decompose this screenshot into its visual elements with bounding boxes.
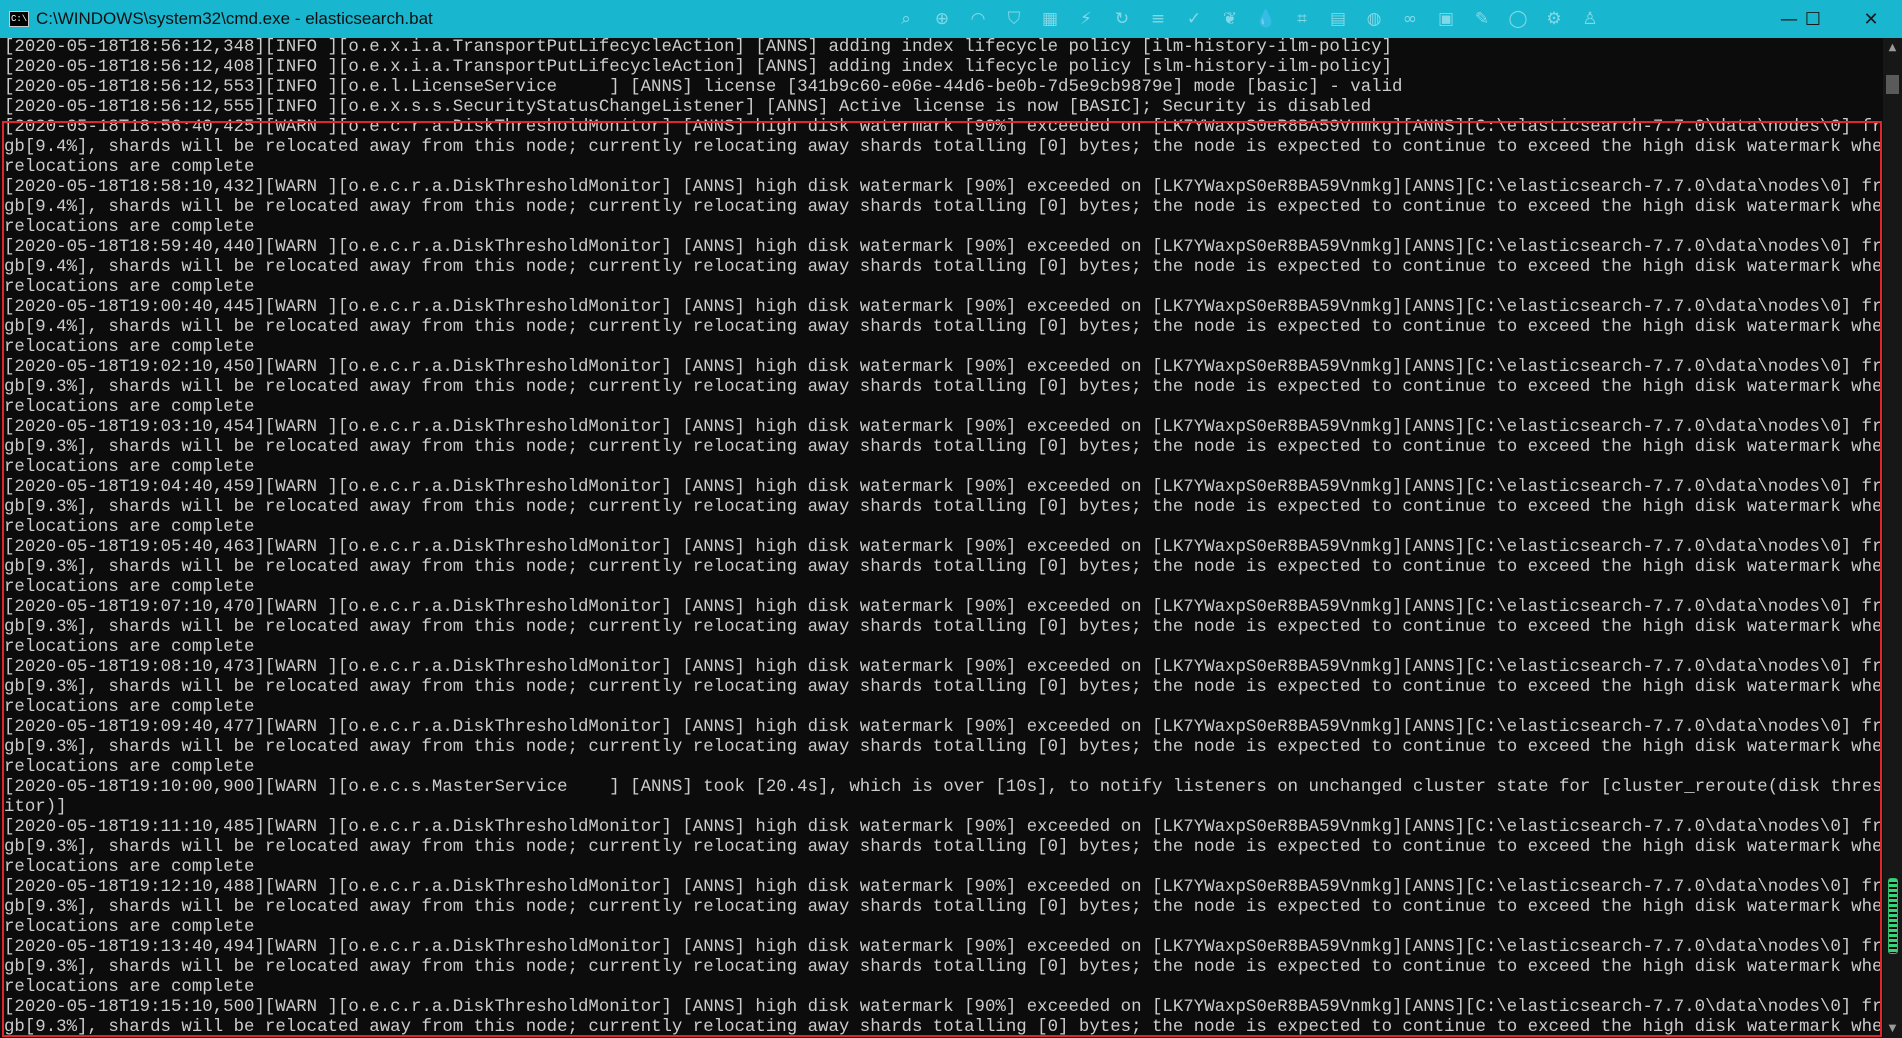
bolt-icon[interactable]: ⚡: [1075, 8, 1097, 30]
leaf-icon[interactable]: ❦: [1219, 8, 1241, 30]
console-line: gb[9.3%], shards will be relocated away …: [4, 958, 1883, 977]
wave-icon[interactable]: ◠: [967, 8, 989, 30]
console-line: [2020-05-18T19:02:10,450][WARN ][o.e.c.r…: [4, 358, 1883, 377]
gear-icon[interactable]: ⚙: [1543, 8, 1565, 30]
console-line: gb[9.4%], shards will be relocated away …: [4, 198, 1883, 217]
window-title: C:\WINDOWS\system32\cmd.exe - elasticsea…: [36, 9, 433, 28]
console-line: gb[9.3%], shards will be relocated away …: [4, 678, 1883, 697]
console-line: relocations are complete: [4, 398, 255, 417]
console-line: gb[9.3%], shards will be relocated away …: [4, 738, 1883, 757]
new-badge-icon[interactable]: ▤: [1327, 8, 1349, 30]
console-line: [2020-05-18T19:11:10,485][WARN ][o.e.c.r…: [4, 818, 1883, 837]
scroll-up-icon[interactable]: ▲: [1883, 38, 1902, 57]
console-line: [2020-05-18T18:56:12,555][INFO ][o.e.x.s…: [4, 98, 1372, 117]
console-line: [2020-05-18T19:10:00,900][WARN ][o.e.c.s…: [4, 778, 1883, 797]
console-line: relocations are complete: [4, 278, 255, 297]
console-output[interactable]: [2020-05-18T18:56:12,348][INFO ][o.e.x.i…: [0, 38, 1883, 1038]
console-line: [2020-05-18T18:59:40,440][WARN ][o.e.c.r…: [4, 238, 1883, 257]
console-line: [2020-05-18T19:04:40,459][WARN ][o.e.c.r…: [4, 478, 1883, 497]
console-line: [2020-05-18T18:56:12,408][INFO ][o.e.x.i…: [4, 58, 1392, 77]
console-line: gb[9.4%], shards will be relocated away …: [4, 138, 1883, 157]
scroll-down-icon[interactable]: ▼: [1883, 1019, 1902, 1038]
console-line: gb[9.3%], shards will be relocated away …: [4, 438, 1883, 457]
console-line: itor)]: [4, 798, 67, 817]
console-line: [2020-05-18T19:08:10,473][WARN ][o.e.c.r…: [4, 658, 1883, 677]
console-line: gb[9.3%], shards will be relocated away …: [4, 618, 1883, 637]
console-line: [2020-05-18T19:12:10,488][WARN ][o.e.c.r…: [4, 878, 1883, 897]
console-line: [2020-05-18T18:56:12,348][INFO ][o.e.x.i…: [4, 38, 1392, 57]
console-line: [2020-05-18T19:09:40,477][WARN ][o.e.c.r…: [4, 718, 1883, 737]
console-line: [2020-05-18T19:15:10,500][WARN ][o.e.c.r…: [4, 998, 1883, 1017]
window-icon[interactable]: ▣: [1435, 8, 1457, 30]
search-icon[interactable]: ⌕: [895, 8, 917, 30]
console-line: gb[9.4%], shards will be relocated away …: [4, 318, 1883, 337]
title-bar[interactable]: C:\ C:\WINDOWS\system32\cmd.exe - elasti…: [0, 0, 1902, 38]
shield-icon[interactable]: ⛉: [1003, 8, 1025, 30]
console-line: relocations are complete: [4, 458, 255, 477]
console-line: gb[9.3%], shards will be relocated away …: [4, 558, 1883, 577]
console-line: gb[9.3%], shards will be relocated away …: [4, 1018, 1883, 1037]
scroll-thumb[interactable]: [1886, 75, 1899, 94]
overlay-toolbar: ⌕ ⊕ ◠ ⛉ ▦ ⚡ ↻ ≡ ✓ ❦ 💧 ⌗ ▤ ◍ ∞ ▣ ✎ ◯ ⚙ ♙: [895, 8, 1601, 30]
drop-icon[interactable]: 💧: [1255, 8, 1277, 30]
ring-icon[interactable]: ◯: [1507, 8, 1529, 30]
console-line: relocations are complete: [4, 858, 255, 877]
console-line: gb[9.3%], shards will be relocated away …: [4, 898, 1883, 917]
cmd-app-icon[interactable]: C:\: [9, 11, 29, 27]
level-meter-icon: [1888, 878, 1898, 954]
maximize-button[interactable]: ☐: [1788, 0, 1838, 38]
menu-icon[interactable]: ≡: [1147, 8, 1169, 30]
console-line: gb[9.3%], shards will be relocated away …: [4, 498, 1883, 517]
console-line: relocations are complete: [4, 638, 255, 657]
console-line: gb[9.4%], shards will be relocated away …: [4, 258, 1883, 277]
console-line: [2020-05-18T19:13:40,494][WARN ][o.e.c.r…: [4, 938, 1883, 957]
console-line: [2020-05-18T18:56:12,553][INFO ][o.e.l.L…: [4, 78, 1403, 97]
glasses-icon[interactable]: ∞: [1399, 8, 1421, 30]
console-line: relocations are complete: [4, 578, 255, 597]
console-line: relocations are complete: [4, 158, 255, 177]
console-line: relocations are complete: [4, 978, 255, 997]
close-button[interactable]: ✕: [1846, 0, 1896, 38]
console-line: gb[9.3%], shards will be relocated away …: [4, 838, 1883, 857]
shield-check-icon[interactable]: ✓: [1183, 8, 1205, 30]
console-line: relocations are complete: [4, 218, 255, 237]
crop-icon[interactable]: ⌗: [1291, 8, 1313, 30]
console-line: [2020-05-18T18:58:10,432][WARN ][o.e.c.r…: [4, 178, 1883, 197]
console-line: relocations are complete: [4, 918, 255, 937]
globe-icon[interactable]: ◍: [1363, 8, 1385, 30]
share-icon[interactable]: ↻: [1111, 8, 1133, 30]
console-line: [2020-05-18T19:03:10,454][WARN ][o.e.c.r…: [4, 418, 1883, 437]
grid-icon[interactable]: ▦: [1039, 8, 1061, 30]
zoom-icon[interactable]: ⊕: [931, 8, 953, 30]
console-line: relocations are complete: [4, 698, 255, 717]
console-line: [2020-05-18T18:56:40,425][WARN ][o.e.c.r…: [4, 118, 1883, 137]
console-line: [2020-05-18T19:05:40,463][WARN ][o.e.c.r…: [4, 538, 1883, 557]
console-line: relocations are complete: [4, 758, 255, 777]
maximize-icon: ☐: [1804, 8, 1822, 30]
bell-icon[interactable]: ♙: [1579, 8, 1601, 30]
console-line: gb[9.3%], shards will be relocated away …: [4, 378, 1883, 397]
console-line: [2020-05-18T19:07:10,470][WARN ][o.e.c.r…: [4, 598, 1883, 617]
paint-icon[interactable]: ✎: [1471, 8, 1493, 30]
console-line: relocations are complete: [4, 518, 255, 537]
console-line: [2020-05-18T19:00:40,445][WARN ][o.e.c.r…: [4, 298, 1883, 317]
close-icon: ✕: [1863, 8, 1879, 30]
console-line: relocations are complete: [4, 338, 255, 357]
